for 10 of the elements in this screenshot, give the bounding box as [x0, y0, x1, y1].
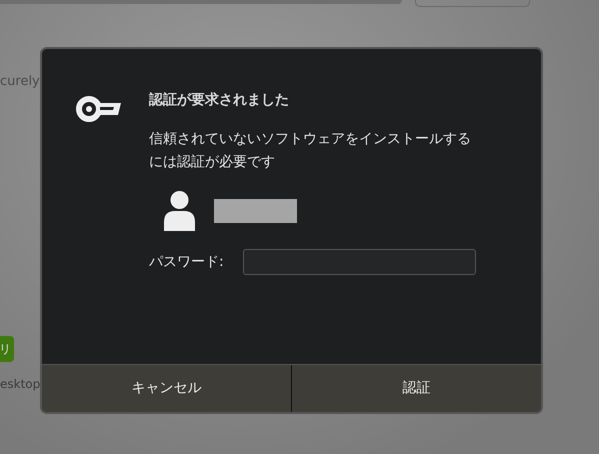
- dialog-button[interactable]: 認証: [291, 365, 541, 412]
- dialog-button[interactable]: キャンセル: [42, 365, 291, 412]
- dialog-message: 信頼されていないソフトウェアをインストールするには認証が必要です: [149, 130, 472, 172]
- password-field[interactable]: [243, 249, 476, 275]
- dialog-title: 認証が要求されました: [149, 91, 290, 110]
- background-text: curely: [0, 73, 40, 91]
- key-icon: [76, 95, 122, 123]
- password-label: パスワード:: [149, 252, 225, 272]
- background-text: esktop: [0, 376, 40, 393]
- user-icon: [163, 190, 196, 231]
